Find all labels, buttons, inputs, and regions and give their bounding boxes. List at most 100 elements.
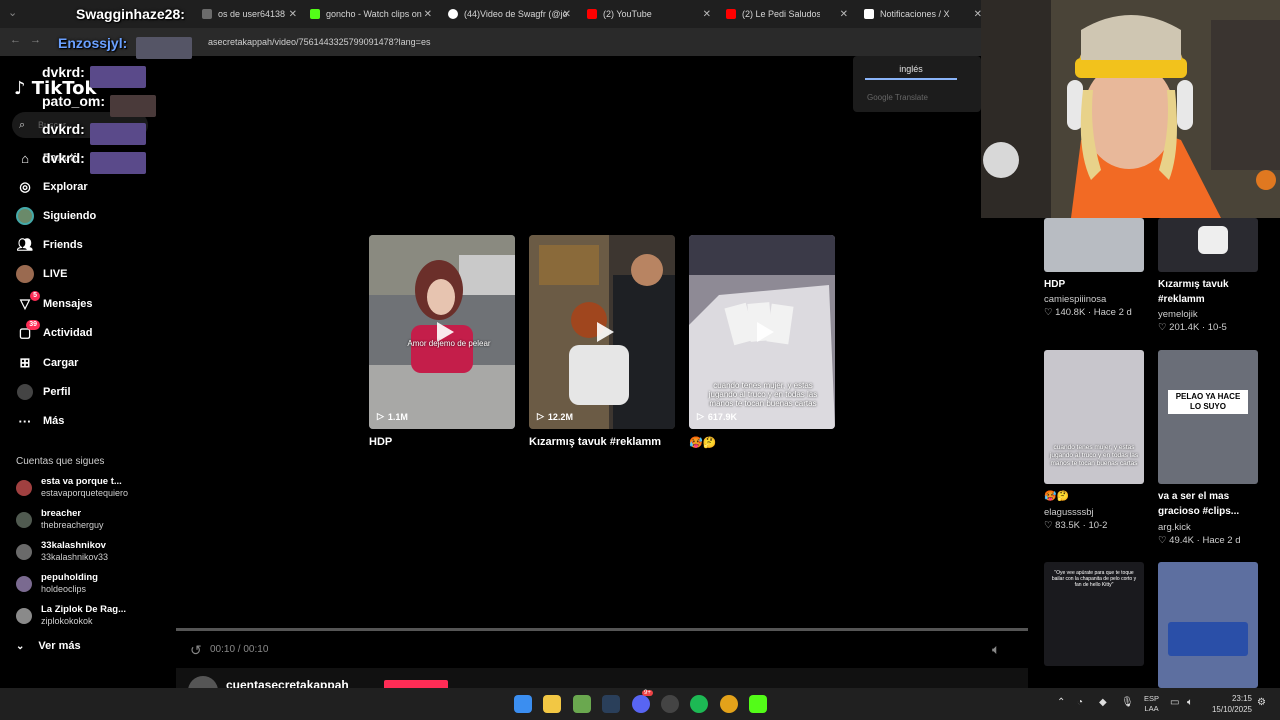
nav-item-cargar[interactable]: ⊞ Cargar: [16, 353, 79, 373]
nav-item-friends[interactable]: 👥︎ Friends: [16, 235, 83, 255]
view-count: ▷ 617.9K: [697, 411, 737, 422]
following-item[interactable]: esta va porque t... estavaporquetequiero: [16, 476, 156, 502]
chrome-icon[interactable]: [720, 695, 738, 713]
streamer-webcam: [981, 0, 1280, 218]
friends-icon: 👥︎: [16, 237, 34, 252]
thumbnail-caption: cuando tenes mujer, y estas jugando al t…: [1049, 444, 1139, 467]
related-author[interactable]: elagussssbj: [1044, 507, 1094, 518]
chat-username: Swagginhaze28:: [76, 6, 185, 22]
tab-list-icon[interactable]: ⌄: [8, 6, 17, 19]
chat-username: Enzossjyl:: [58, 35, 128, 51]
nav-item-siguiendo[interactable]: Siguiendo: [16, 206, 96, 226]
related-title[interactable]: HDP: [1044, 277, 1154, 292]
spotify-icon[interactable]: [690, 695, 708, 713]
microphone-icon[interactable]: 🎙︎: [1121, 697, 1134, 708]
related-author[interactable]: camiespiiinosa: [1044, 294, 1106, 305]
nav-item-actividad[interactable]: ▢ 39 Actividad: [16, 320, 93, 343]
obs-icon[interactable]: [661, 695, 679, 713]
kick-icon[interactable]: [749, 695, 767, 713]
tiktok-note-icon: ♪: [14, 78, 26, 99]
settings-icon[interactable]: ⚙: [1257, 697, 1266, 708]
forward-icon[interactable]: →: [30, 34, 41, 46]
chat-emote: [110, 95, 156, 117]
following-icon: [16, 207, 34, 225]
play-icon[interactable]: [752, 320, 776, 344]
related-author[interactable]: yemelojik: [1158, 309, 1198, 320]
tab-close-icon[interactable]: ✕: [840, 9, 848, 20]
follow-button[interactable]: [384, 680, 448, 688]
app-icon[interactable]: [573, 695, 591, 713]
nav-item-perfil[interactable]: Perfil: [16, 382, 71, 402]
tab-close-icon[interactable]: ✕: [424, 9, 432, 20]
play-icon[interactable]: [592, 320, 616, 344]
related-thumbnail[interactable]: [1158, 218, 1258, 272]
author-avatar[interactable]: [188, 676, 218, 688]
following-item[interactable]: 33kalashnikov 33kalashnikov33: [16, 540, 156, 566]
related-thumbnail[interactable]: [1158, 562, 1258, 688]
tray-overflow-icon[interactable]: ⌃: [1057, 697, 1065, 708]
tab-close-icon[interactable]: ✕: [703, 9, 711, 20]
related-author[interactable]: arg.kick: [1158, 522, 1191, 533]
browser-tab[interactable]: Notificaciones / X ✕: [864, 4, 984, 24]
card-title[interactable]: 🥵🤔: [689, 436, 716, 449]
following-item[interactable]: breacher thebreacherguy: [16, 508, 156, 534]
related-title[interactable]: va a ser el mas gracioso #clips...: [1158, 489, 1268, 519]
tab-close-icon[interactable]: ✕: [289, 9, 297, 20]
activity-badge: 39: [26, 320, 40, 330]
related-stats: ♡ 49.4K · Hace 2 d: [1158, 535, 1241, 546]
back-icon[interactable]: ←: [10, 34, 21, 46]
video-card[interactable]: Amor dejemo de pelear ▷ 1.1M: [369, 235, 515, 429]
speaker-icon[interactable]: 🔈︎: [1187, 697, 1193, 708]
progress-bar[interactable]: [176, 628, 1028, 631]
related-thumbnail[interactable]: cuando tenes mujer, y estas jugando al t…: [1044, 350, 1144, 484]
author-name[interactable]: cuentasecretakappah: [226, 678, 349, 688]
replay-icon[interactable]: ↺: [190, 642, 202, 659]
lang-code: ESP: [1144, 694, 1160, 703]
steam-icon[interactable]: [602, 695, 620, 713]
more-icon: ···: [18, 413, 32, 429]
related-thumbnail[interactable]: PELAO YA HACE LO SUYO: [1158, 350, 1258, 484]
browser-tab[interactable]: goncho - Watch clips on ✕: [310, 4, 432, 24]
discord-icon[interactable]: 9+: [632, 690, 653, 713]
chat-emote: [90, 152, 146, 174]
nav-item-explorar[interactable]: ◎ Explorar: [16, 177, 87, 197]
file-explorer-icon[interactable]: [543, 695, 561, 713]
kick-favicon-icon: [310, 9, 320, 19]
view-count-value: 1.1M: [387, 411, 408, 422]
browser-tab[interactable]: os de user64138 ✕: [202, 4, 297, 24]
play-small-icon: ▷: [697, 411, 704, 421]
card-title[interactable]: Kızarmış tavuk #reklamm: [529, 436, 661, 448]
translate-provider: Google Translate: [867, 93, 928, 102]
chat-message: dvkrd:: [42, 121, 146, 145]
browser-tab[interactable]: (2) YouTube ✕: [587, 4, 711, 24]
network-icon[interactable]: ▭: [1170, 697, 1179, 708]
related-thumbnail[interactable]: [1044, 218, 1144, 272]
following-item[interactable]: La Ziplok De Rag... ziplokokokok: [16, 604, 156, 630]
tray-app-icon[interactable]: ◔: [1077, 697, 1083, 708]
tray-app-icon[interactable]: ◆: [1099, 697, 1107, 708]
messages-badge: 5: [30, 291, 40, 301]
nav-item-live[interactable]: LIVE: [16, 264, 67, 284]
nav-label: Mensajes: [43, 298, 93, 310]
related-title[interactable]: 🥵🤔: [1044, 489, 1154, 504]
related-title[interactable]: Kızarmış tavuk #reklamm: [1158, 277, 1268, 307]
chat-emote: [90, 123, 146, 145]
browser-tab[interactable]: (44)Video de Swagfr (@jo ✕: [448, 4, 571, 24]
browser-tab[interactable]: (2) Le Pedi Saludos a Artis ✕: [726, 4, 848, 24]
volume-icon[interactable]: 🔈︎: [992, 641, 1000, 658]
keyboard-language[interactable]: ESP LAA: [1144, 694, 1159, 714]
start-icon[interactable]: [514, 695, 532, 713]
video-card[interactable]: ▷ 12.2M: [529, 235, 675, 429]
see-more-button[interactable]: ⌄ Ver más: [16, 640, 81, 652]
nav-item-mas[interactable]: ··· Más: [16, 411, 65, 431]
tab-close-icon[interactable]: ✕: [563, 9, 571, 20]
nav-item-mensajes[interactable]: ▽ 5 Mensajes: [16, 291, 93, 314]
view-count-value: 12.2M: [547, 411, 573, 422]
translate-language-tab[interactable]: inglés: [865, 64, 957, 80]
system-clock[interactable]: 23:15 15/10/2025: [1206, 693, 1252, 715]
related-thumbnail[interactable]: "Oye vee apúrate para que te toque baila…: [1044, 562, 1144, 666]
video-card[interactable]: cuando tenes mujer, y estas jugando al t…: [689, 235, 835, 429]
url-field[interactable]: asecretakappah/video/7561443325799091478…: [208, 34, 430, 50]
following-item[interactable]: pepuholding holdeoclips: [16, 572, 156, 598]
card-title[interactable]: HDP: [369, 436, 392, 448]
